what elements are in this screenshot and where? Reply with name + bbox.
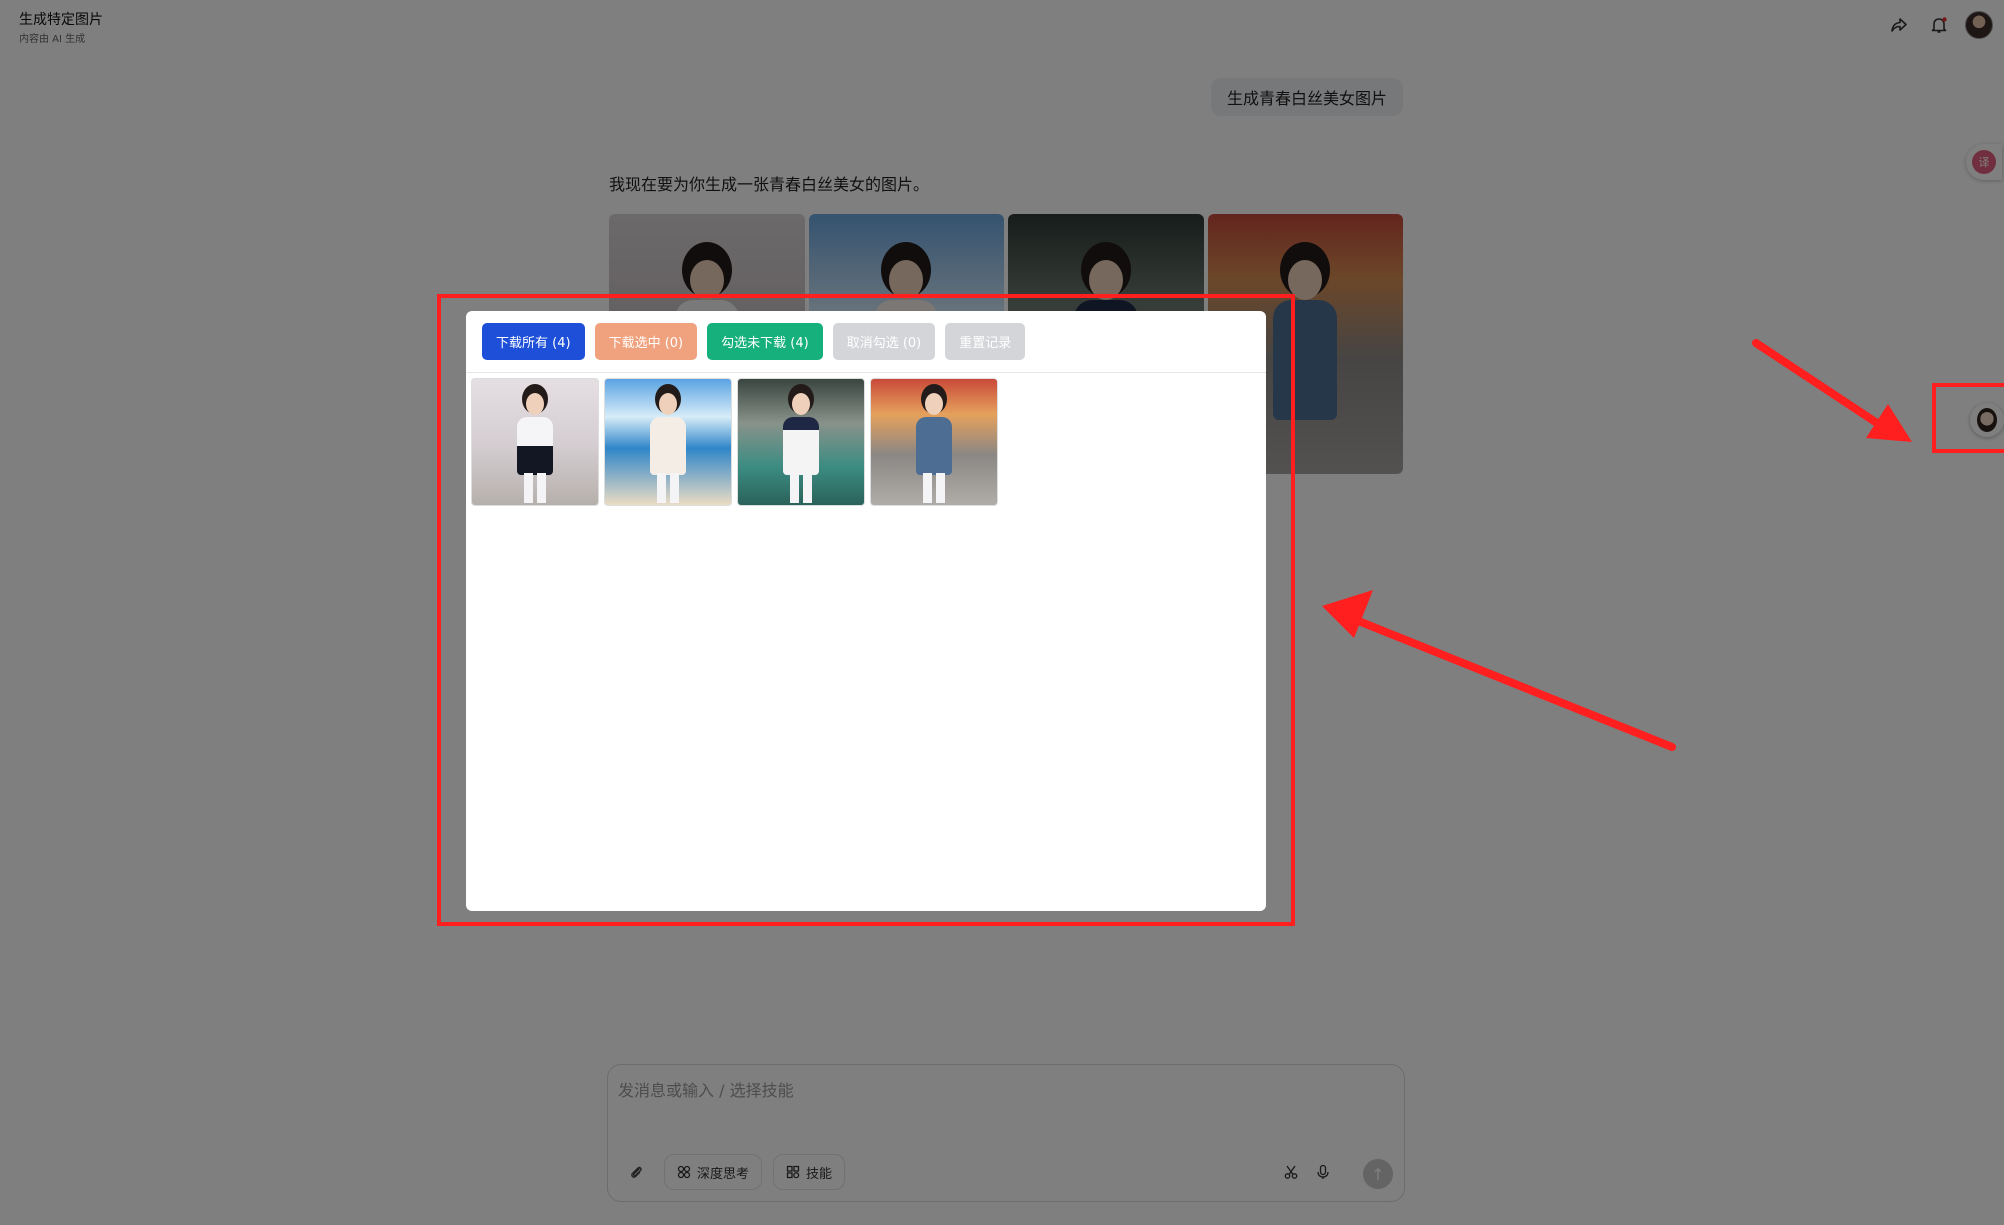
annotation-arrow bbox=[1322, 590, 1676, 751]
annotation-arrows bbox=[1322, 339, 1912, 751]
annotation-arrow bbox=[1752, 339, 1912, 442]
